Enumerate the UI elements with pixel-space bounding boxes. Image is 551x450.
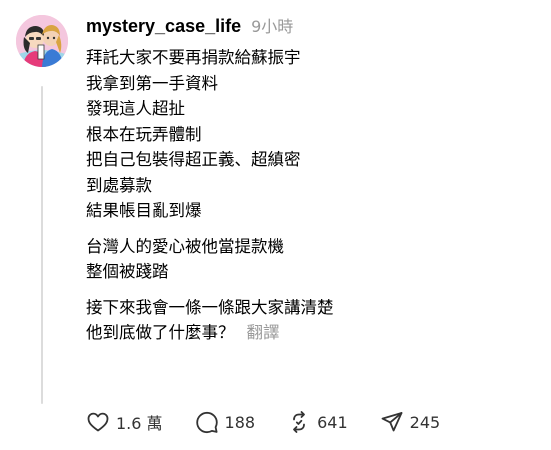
body-line: 結果帳目亂到爆	[86, 201, 202, 220]
timestamp[interactable]: 9小時	[251, 13, 293, 37]
share-button[interactable]: 245	[380, 408, 441, 436]
body-line: 把自己包裝得超正義、超縝密	[86, 150, 301, 169]
heart-icon	[87, 412, 109, 432]
body-line: 根本在玩弄體制	[86, 124, 202, 144]
body-line-with-translate: 他到底做了什麼事？ 翻譯	[86, 320, 536, 346]
body-line: 發現這人超扯	[86, 99, 185, 118]
body-line: 到處募款	[86, 175, 152, 195]
like-count: 1.6 萬	[116, 414, 163, 433]
comment-icon	[195, 411, 218, 434]
repost-count: 641	[317, 412, 348, 432]
username[interactable]: mystery_case_life	[86, 16, 241, 37]
body-line: 台灣人的愛心被他當提款機	[86, 236, 284, 256]
post-header: mystery_case_life 9小時	[86, 13, 293, 39]
body-line: 我拿到第一手資料	[86, 73, 218, 93]
avatar-illustration	[16, 15, 68, 67]
post-body: 拜託大家不要再捐款給蘇振宇 我拿到第一手資料 發現這人超扯 根本在玩弄體制 把自…	[86, 45, 536, 346]
repost-button[interactable]: 641	[287, 408, 348, 436]
action-bar: 1.6 萬 188 641 245	[86, 408, 472, 436]
repost-icon	[293, 411, 305, 433]
translate-link[interactable]: 翻譯	[247, 323, 280, 342]
body-line: 拜託大家不要再捐款給蘇振宇	[86, 48, 301, 67]
avatar[interactable]	[16, 15, 68, 67]
thread-line	[41, 86, 43, 404]
body-line-text: 他到底做了什麼事？	[86, 323, 235, 342]
thread-post: mystery_case_life 9小時 拜託大家不要再捐款給蘇振宇 我拿到第…	[0, 0, 551, 450]
reply-button[interactable]: 188	[195, 408, 256, 436]
like-button[interactable]: 1.6 萬	[86, 408, 163, 436]
reply-count: 188	[224, 412, 256, 432]
send-icon	[381, 412, 403, 432]
share-count: 245	[409, 412, 441, 432]
body-line: 接下來我會一條一條跟大家講清楚	[86, 297, 334, 317]
body-line: 整個被踐踏	[86, 262, 169, 281]
